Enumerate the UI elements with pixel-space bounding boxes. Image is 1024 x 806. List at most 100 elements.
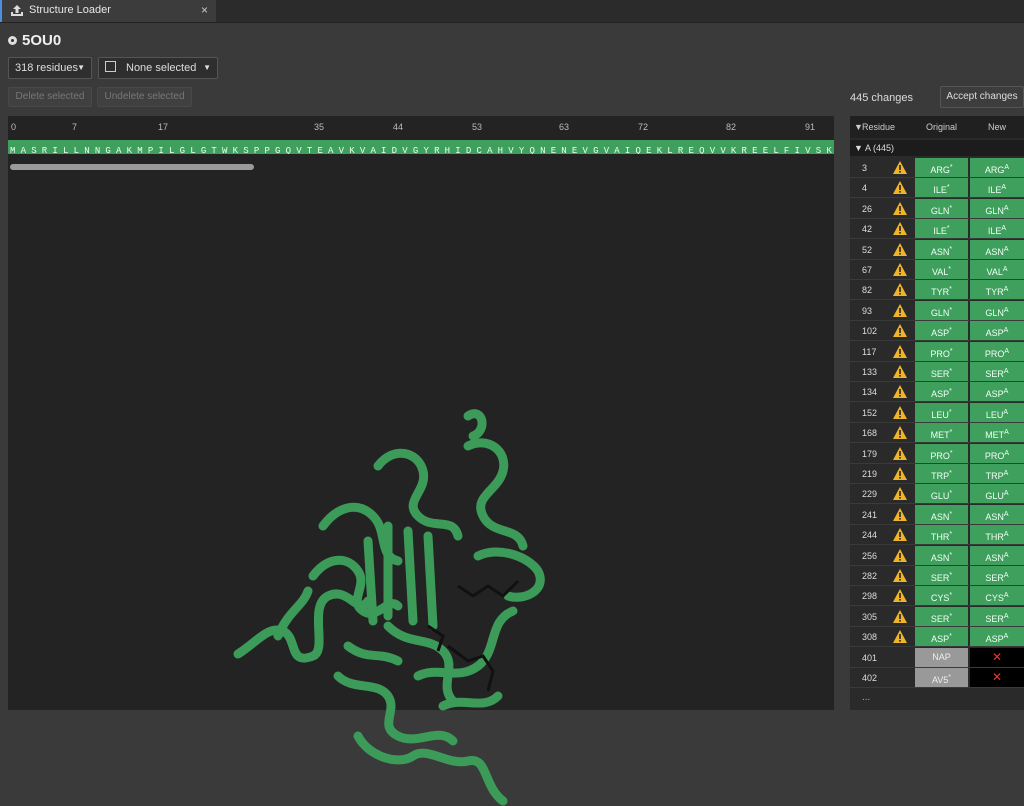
new-residue[interactable]: GLNA <box>970 300 1024 320</box>
table-row[interactable]: 152 LEU* LEUA <box>850 402 1024 423</box>
new-residue[interactable]: VALA <box>970 260 1024 279</box>
table-row[interactable]: 3 ARG* ARGA <box>850 158 1024 178</box>
new-residue[interactable]: GLNA <box>970 198 1024 218</box>
original-residue[interactable]: ILE* <box>915 178 968 198</box>
table-row[interactable]: 256 ASN* ASNA <box>850 545 1024 566</box>
original-residue[interactable]: ASP* <box>915 627 968 647</box>
undelete-selected-button[interactable]: Undelete selected <box>97 87 192 107</box>
new-residue-label: ASN <box>985 511 1004 522</box>
original-residue[interactable]: ILE* <box>915 219 968 239</box>
new-residue[interactable]: SERA <box>970 362 1024 381</box>
table-row[interactable]: 67 VAL* VALA <box>850 260 1024 280</box>
column-header-original[interactable]: Original <box>926 122 957 132</box>
accept-changes-button[interactable]: Accept changes <box>940 86 1024 108</box>
new-residue[interactable]: META <box>970 423 1024 443</box>
table-row[interactable]: 241 ASN* ASNA <box>850 504 1024 525</box>
table-row[interactable]: 298 CYS* CYSA <box>850 586 1024 607</box>
new-residue[interactable]: TYRA <box>970 280 1024 300</box>
ruler-tick: 72 <box>638 122 649 132</box>
warning-icon <box>892 160 908 175</box>
table-row[interactable]: 308 ASP* ASPA <box>850 627 1024 648</box>
table-row[interactable]: 133 SER* SERA <box>850 362 1024 382</box>
new-residue[interactable]: ARGA <box>970 158 1024 177</box>
structure-viewer-panel[interactable]: 0 7 17 35 44 53 63 72 82 91 M A S R I L … <box>8 116 834 806</box>
new-residue[interactable]: ASPA <box>970 382 1024 402</box>
original-residue[interactable]: SER* <box>915 566 968 585</box>
original-residue[interactable]: GLN* <box>915 198 968 218</box>
original-residue[interactable]: TYR* <box>915 280 968 300</box>
new-residue[interactable]: PROA <box>970 341 1024 361</box>
original-residue-label: PRO <box>930 450 950 461</box>
original-residue[interactable]: NAP <box>915 647 968 667</box>
table-row[interactable]: 168 MET* META <box>850 423 1024 444</box>
new-residue[interactable]: ASNA <box>970 504 1024 524</box>
new-residue[interactable]: SERA <box>970 566 1024 585</box>
sequence-scrollbar[interactable] <box>10 164 254 170</box>
new-residue[interactable]: LEUA <box>970 402 1024 422</box>
table-row[interactable]: 244 THR* THRA <box>850 525 1024 546</box>
original-residue[interactable]: AV5* <box>915 668 968 687</box>
original-residue[interactable]: VAL* <box>915 260 968 279</box>
table-row[interactable]: 42 ILE* ILEA <box>850 219 1024 240</box>
warning-icon <box>892 242 908 257</box>
original-residue[interactable]: ASN* <box>915 504 968 524</box>
residues-dropdown[interactable]: 318 residues ▼ <box>8 57 92 79</box>
remove-icon[interactable]: ✕ <box>970 647 1024 667</box>
column-header-residue[interactable]: Residue <box>862 122 895 132</box>
table-row-ligand[interactable]: 402 AV5* ✕ <box>850 668 1024 688</box>
close-icon[interactable]: × <box>201 3 208 17</box>
original-residue[interactable]: ASP* <box>915 382 968 402</box>
original-residue[interactable]: SER* <box>915 606 968 626</box>
table-row[interactable]: 229 GLU* GLUA <box>850 484 1024 505</box>
chain-group-header[interactable]: ▼ A (445) <box>850 140 1024 156</box>
original-residue[interactable]: GLU* <box>915 484 968 504</box>
original-residue[interactable]: ASN* <box>915 545 968 565</box>
table-row[interactable]: 179 PRO* PROA <box>850 443 1024 464</box>
table-row[interactable]: 117 PRO* PROA <box>850 341 1024 362</box>
table-row[interactable]: 93 GLN* GLNA <box>850 300 1024 321</box>
new-residue-label: ASP <box>985 328 1004 339</box>
new-residue[interactable]: ILEA <box>970 219 1024 239</box>
protein-ribbon-render[interactable] <box>228 406 588 806</box>
new-residue[interactable]: CYSA <box>970 586 1024 606</box>
table-row[interactable]: 26 GLN* GLNA <box>850 198 1024 219</box>
remove-icon[interactable]: ✕ <box>970 668 1024 687</box>
original-residue[interactable]: THR* <box>915 525 968 545</box>
table-row[interactable]: 4 ILE* ILEA <box>850 178 1024 199</box>
table-row[interactable]: 134 ASP* ASPA <box>850 382 1024 403</box>
new-residue[interactable]: ILEA <box>970 178 1024 198</box>
original-residue[interactable]: ARG* <box>915 158 968 177</box>
table-row[interactable]: 52 ASN* ASNA <box>850 239 1024 260</box>
column-header-new[interactable]: New <box>988 122 1006 132</box>
selection-dropdown[interactable]: None selected ▼ <box>98 57 218 79</box>
original-residue[interactable]: GLN* <box>915 300 968 320</box>
new-residue[interactable]: ASPA <box>970 321 1024 341</box>
delete-selected-button[interactable]: Delete selected <box>8 87 92 107</box>
original-residue[interactable]: LEU* <box>915 402 968 422</box>
original-residue[interactable]: PRO* <box>915 443 968 463</box>
original-residue[interactable]: ASN* <box>915 239 968 259</box>
new-residue[interactable]: GLUA <box>970 484 1024 504</box>
new-residue[interactable]: ASNA <box>970 545 1024 565</box>
tab-structure-loader[interactable]: Structure Loader × <box>0 0 216 22</box>
table-row[interactable]: 282 SER* SERA <box>850 566 1024 586</box>
table-row[interactable]: 82 TYR* TYRA <box>850 280 1024 301</box>
table-row[interactable]: 305 SER* SERA <box>850 606 1024 627</box>
table-row[interactable]: 219 TRP* TRPA <box>850 464 1024 484</box>
original-residue[interactable]: SER* <box>915 362 968 381</box>
checkbox-icon[interactable] <box>105 61 116 72</box>
table-row[interactable]: 102 ASP* ASPA <box>850 321 1024 342</box>
original-residue[interactable]: ASP* <box>915 321 968 341</box>
table-row-ligand[interactable]: 401 NAP ✕ <box>850 647 1024 668</box>
new-residue[interactable]: THRA <box>970 525 1024 545</box>
original-residue[interactable]: CYS* <box>915 586 968 606</box>
sequence-track[interactable]: M A S R I L L N N G A K M P I L G L G T … <box>8 140 834 154</box>
original-residue[interactable]: PRO* <box>915 341 968 361</box>
new-residue[interactable]: TRPA <box>970 464 1024 483</box>
new-residue[interactable]: ASNA <box>970 239 1024 259</box>
original-residue[interactable]: MET* <box>915 423 968 443</box>
new-residue[interactable]: PROA <box>970 443 1024 463</box>
new-residue[interactable]: SERA <box>970 606 1024 626</box>
original-residue[interactable]: TRP* <box>915 464 968 483</box>
new-residue[interactable]: ASPA <box>970 627 1024 647</box>
